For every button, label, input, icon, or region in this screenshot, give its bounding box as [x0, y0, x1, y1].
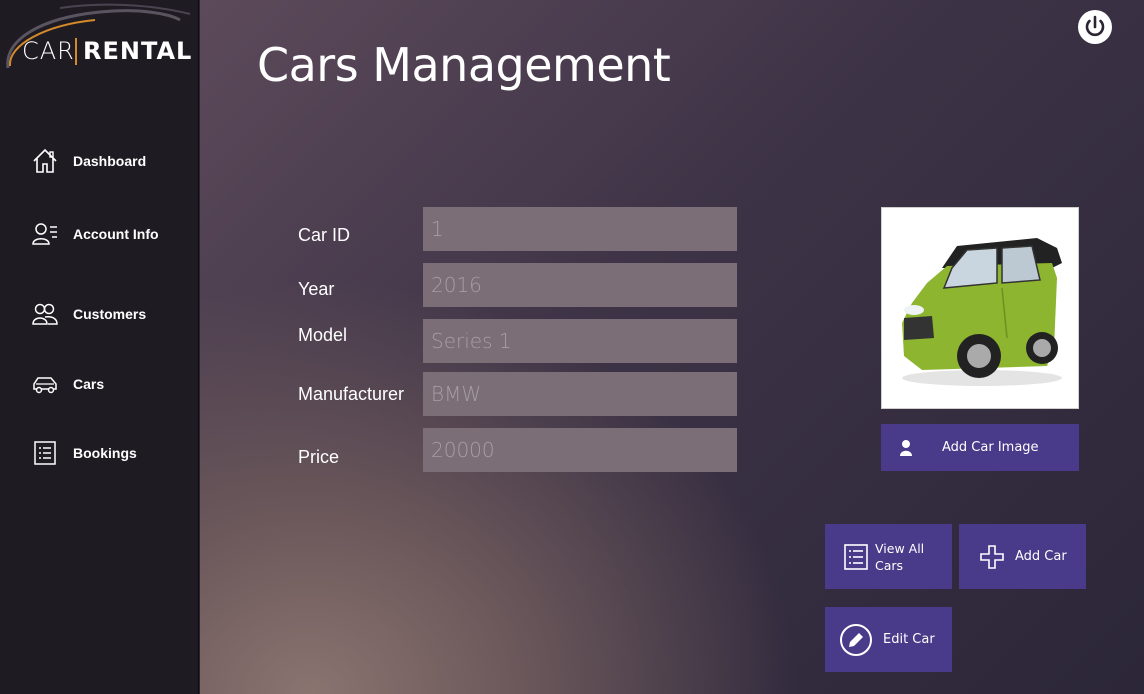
main-content: Cars Management Car ID Year Model Manufa…	[200, 0, 1144, 694]
view-all-line1: View All	[875, 540, 925, 556]
view-all-cars-button[interactable]: View All Cars	[825, 524, 952, 589]
power-icon	[1078, 10, 1112, 44]
user-icon	[881, 424, 931, 471]
sidebar-item-dashboard[interactable]: Dashboard	[30, 145, 146, 177]
car-id-label: Car ID	[298, 225, 351, 245]
logo-divider	[75, 38, 77, 65]
users-icon	[30, 299, 60, 329]
logo-text-rental: RENTAL	[83, 37, 193, 65]
year-label: Year	[298, 279, 335, 299]
sidebar-item-label: Dashboard	[73, 153, 147, 169]
sidebar-item-account-info[interactable]: Account Info	[30, 218, 159, 250]
sidebar-item-label: Customers	[73, 306, 147, 322]
manufacturer-label: Manufacturer	[298, 384, 405, 404]
car-image	[881, 207, 1079, 409]
add-car-image-label: Add Car Image	[942, 440, 1039, 455]
manufacturer-field[interactable]	[423, 372, 737, 416]
price-field[interactable]	[423, 428, 737, 472]
sidebar-item-label: Account Info	[73, 226, 159, 242]
page-title: Cars Management	[257, 38, 671, 92]
car-icon	[30, 369, 60, 399]
plus-icon	[959, 524, 1007, 589]
add-car-button[interactable]: Add Car	[959, 524, 1086, 589]
logo-text-car: CAR	[22, 37, 75, 65]
add-car-label: Add Car	[1015, 549, 1067, 564]
power-button[interactable]	[1077, 9, 1113, 45]
view-all-line2: Cars	[875, 557, 904, 573]
model-label: Model	[298, 325, 348, 345]
pencil-icon	[825, 607, 873, 672]
sidebar-item-label: Bookings	[73, 445, 137, 461]
sidebar-item-customers[interactable]: Customers	[30, 298, 146, 330]
edit-car-button[interactable]: Edit Car	[825, 607, 952, 672]
car-id-field[interactable]	[423, 207, 737, 251]
list-icon	[825, 524, 873, 589]
car-photo-icon	[902, 238, 1062, 386]
sidebar-item-label: Cars	[73, 376, 105, 392]
edit-car-label: Edit Car	[883, 632, 935, 647]
sidebar: CAR RENTAL Dashboard Account Info Custom…	[0, 0, 199, 694]
year-field[interactable]	[423, 263, 737, 307]
sidebar-item-bookings[interactable]: Bookings	[30, 437, 137, 469]
home-icon	[30, 146, 60, 176]
list-icon	[30, 438, 60, 468]
user-list-icon	[30, 219, 60, 249]
add-car-image-button[interactable]: Add Car Image	[881, 424, 1079, 471]
model-field[interactable]	[423, 319, 737, 363]
price-label: Price	[298, 447, 340, 467]
view-all-cars-label: View All Cars	[875, 540, 924, 574]
app-logo: CAR RENTAL	[0, 0, 199, 90]
sidebar-item-cars[interactable]: Cars	[30, 368, 104, 400]
